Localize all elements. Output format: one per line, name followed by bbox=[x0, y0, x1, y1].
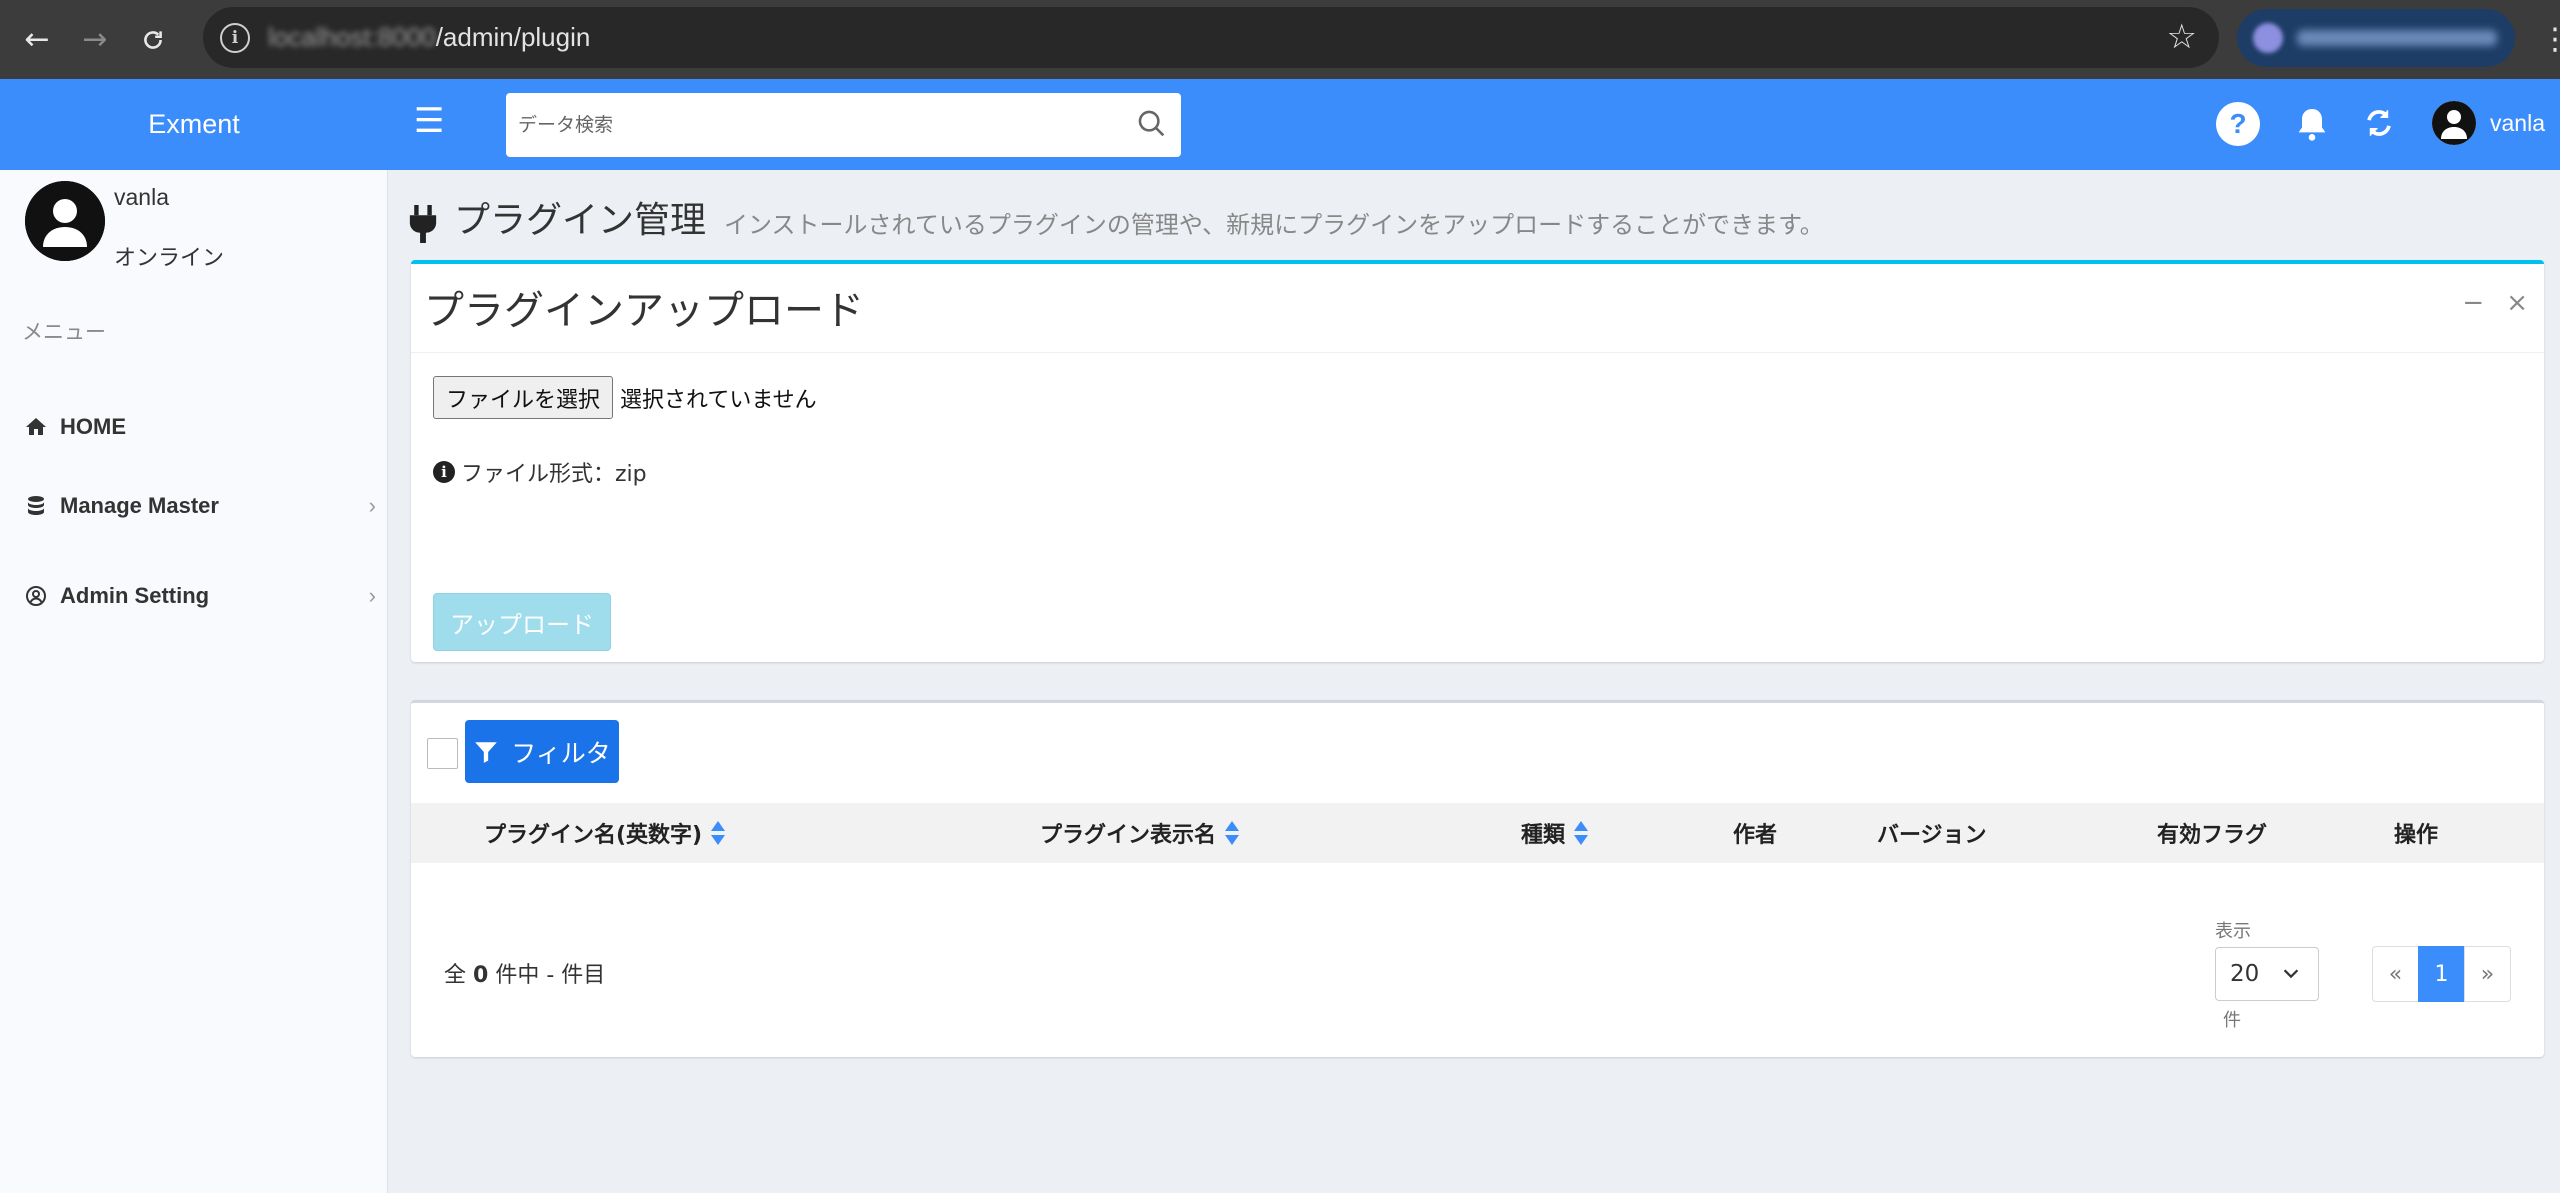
site-info-icon[interactable]: i bbox=[220, 22, 250, 53]
search-box[interactable] bbox=[506, 93, 1181, 157]
sidebar-toggle-icon[interactable]: ☰ bbox=[414, 101, 444, 141]
browser-toolbar: ← → i localhost:8000/admin/plugin ☆ ⋮ bbox=[0, 0, 2560, 79]
sort-icon[interactable] bbox=[1573, 820, 1589, 846]
profile-name-blurred bbox=[2297, 30, 2497, 46]
profile-avatar-icon bbox=[2253, 23, 2283, 53]
column-label: プラグイン名(英数字) bbox=[484, 823, 703, 848]
column-plugin-type[interactable]: 種類 bbox=[1521, 803, 1589, 863]
per-page-label: 表示 bbox=[2215, 921, 2251, 942]
app-header: Exment ☰ ? vanla bbox=[0, 79, 2560, 170]
chevron-right-icon: › bbox=[368, 583, 376, 608]
total-count: 0 bbox=[473, 963, 489, 988]
file-format-help: i ファイル形式：zip bbox=[433, 456, 647, 488]
total-suffix: 件中 - 件目 bbox=[495, 963, 606, 988]
plugin-list-box: フィルタ プラグイン名(英数字) プラグイン表示名 種類 作者 バージョン 有効… bbox=[411, 700, 2544, 1057]
address-bar[interactable]: i localhost:8000/admin/plugin ☆ bbox=[203, 7, 2219, 68]
column-plugin-name[interactable]: プラグイン名(英数字) bbox=[484, 803, 726, 863]
page-description: インストールされているプラグインの管理や、新規にプラグインをアップロードすること… bbox=[724, 211, 1824, 239]
app-logo[interactable]: Exment bbox=[0, 79, 388, 170]
column-version: バージョン bbox=[1877, 803, 1987, 863]
sidebar-item-manage-master[interactable]: Manage Master › bbox=[0, 476, 388, 536]
plugin-upload-box: プラグインアップロード − × ファイルを選択 選択されていません i ファイル… bbox=[411, 260, 2544, 662]
sidebar-avatar bbox=[25, 181, 105, 261]
column-author: 作者 bbox=[1733, 803, 1777, 863]
column-plugin-display-name[interactable]: プラグイン表示名 bbox=[1040, 803, 1240, 863]
search-icon[interactable] bbox=[1135, 107, 1169, 141]
sidebar: vanla オンライン メニュー HOME Manage Master › Ad… bbox=[0, 170, 388, 1193]
back-icon[interactable]: ← bbox=[8, 11, 66, 69]
column-label: 種類 bbox=[1521, 823, 1566, 848]
column-label: 有効フラグ bbox=[2157, 823, 2268, 848]
sidebar-item-label: Admin Setting bbox=[60, 583, 210, 608]
browser-profile-button[interactable] bbox=[2237, 9, 2515, 67]
table-header: プラグイン名(英数字) プラグイン表示名 種類 作者 バージョン 有効フラグ 操… bbox=[411, 803, 2544, 863]
total-count-text: 全 0 件中 - 件目 bbox=[444, 957, 605, 989]
per-page-unit: 件 bbox=[2223, 1010, 2241, 1031]
chevron-right-icon: › bbox=[368, 493, 376, 518]
bell-icon[interactable] bbox=[2292, 103, 2332, 145]
header-username: vanla bbox=[2490, 109, 2545, 136]
sort-icon[interactable] bbox=[710, 820, 726, 846]
header-user-menu[interactable]: vanla bbox=[2432, 101, 2545, 145]
menu-header: メニュー bbox=[22, 320, 106, 344]
url-text[interactable]: localhost:8000/admin/plugin bbox=[268, 22, 590, 53]
pagination: « 1 » bbox=[2372, 946, 2511, 1002]
page-header: プラグイン管理 インストールされているプラグインの管理や、新規にプラグインをアッ… bbox=[408, 191, 1824, 243]
pagination-page[interactable]: 1 bbox=[2418, 946, 2465, 1002]
search-input[interactable] bbox=[518, 105, 1118, 145]
reload-icon[interactable] bbox=[124, 11, 182, 69]
filter-icon bbox=[475, 741, 498, 763]
column-label: バージョン bbox=[1877, 823, 1987, 848]
upload-button[interactable]: アップロード bbox=[433, 593, 611, 651]
user-circle-icon bbox=[26, 586, 46, 606]
page-title: プラグイン管理 bbox=[454, 200, 707, 241]
sidebar-username: vanla bbox=[114, 184, 169, 210]
sort-icon[interactable] bbox=[1224, 820, 1240, 846]
chevron-down-icon bbox=[2283, 969, 2299, 979]
total-prefix: 全 bbox=[444, 963, 467, 988]
info-icon: i bbox=[433, 461, 455, 483]
column-label: 操作 bbox=[2394, 823, 2439, 848]
file-status-text: 選択されていません bbox=[620, 388, 817, 413]
database-icon bbox=[28, 496, 44, 515]
upload-box-title: プラグインアップロード bbox=[424, 288, 864, 334]
pagination-prev[interactable]: « bbox=[2372, 946, 2419, 1002]
box-tools: − × bbox=[2462, 288, 2528, 318]
filter-button[interactable]: フィルタ bbox=[465, 720, 619, 783]
column-label: 作者 bbox=[1733, 823, 1778, 848]
forward-icon[interactable]: → bbox=[66, 11, 124, 69]
per-page-value: 20 bbox=[2230, 961, 2260, 987]
choose-file-button[interactable]: ファイルを選択 bbox=[433, 376, 614, 419]
sidebar-item-label: HOME bbox=[60, 414, 126, 439]
sidebar-item-home[interactable]: HOME bbox=[0, 397, 388, 457]
close-icon[interactable]: × bbox=[2506, 288, 2528, 318]
user-avatar-icon bbox=[2432, 101, 2476, 145]
collapse-icon[interactable]: − bbox=[2462, 288, 2484, 318]
pagination-next[interactable]: » bbox=[2464, 946, 2511, 1002]
column-actions: 操作 bbox=[2394, 803, 2438, 863]
divider bbox=[411, 352, 2544, 353]
home-icon bbox=[26, 418, 46, 435]
per-page-select[interactable]: 20 bbox=[2215, 947, 2319, 1001]
sidebar-item-label: Manage Master bbox=[60, 493, 219, 518]
sidebar-item-admin-setting[interactable]: Admin Setting › bbox=[0, 566, 388, 626]
sidebar-user-status: オンライン bbox=[114, 246, 225, 271]
file-format-text: ファイル形式：zip bbox=[461, 462, 647, 487]
bookmark-star-icon[interactable]: ☆ bbox=[2167, 17, 2197, 57]
filter-button-label: フィルタ bbox=[511, 738, 611, 768]
plug-icon bbox=[409, 205, 437, 243]
column-active-flag: 有効フラグ bbox=[2157, 803, 2267, 863]
select-all-checkbox[interactable] bbox=[427, 738, 458, 769]
help-icon[interactable]: ? bbox=[2216, 102, 2260, 146]
refresh-icon[interactable] bbox=[2362, 106, 2396, 140]
browser-menu-icon[interactable]: ⋮ bbox=[2540, 22, 2560, 57]
column-label: プラグイン表示名 bbox=[1040, 823, 1217, 848]
